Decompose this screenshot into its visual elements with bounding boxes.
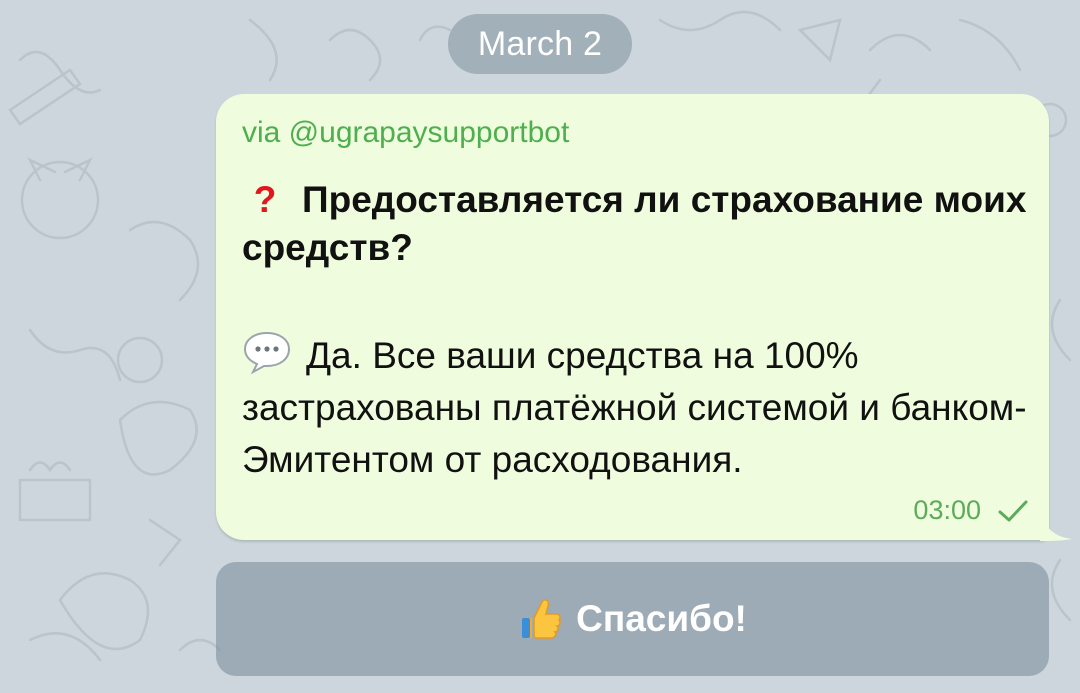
thanks-keyboard-button[interactable]: Спасибо! [216,562,1049,676]
bubble-tail [1040,505,1072,541]
message-answer: Да. Все ваши средства на 100% застрахова… [242,330,1032,486]
date-divider: March 2 [448,14,632,74]
answer-text: Да. Все ваши средства на 100% застрахова… [242,335,1027,480]
message-question: ? Предоставляется ли страхование моих сре… [242,176,1032,272]
message-meta: 03:00 [913,495,1029,526]
question-mark-icon: ? [253,179,277,220]
speech-bubble-icon [243,331,291,374]
thumbs-up-icon [522,599,561,639]
via-bot-link[interactable]: via @ugrapaysupportbot [242,116,569,150]
message-bubble[interactable]: via @ugrapaysupportbot ? Предоставляется … [216,94,1049,540]
message-time: 03:00 [913,495,981,525]
question-text: Предоставляется ли страхование моих сред… [242,179,1027,268]
single-check-icon [998,500,1028,521]
thanks-button-label: Спасибо! [576,598,747,639]
